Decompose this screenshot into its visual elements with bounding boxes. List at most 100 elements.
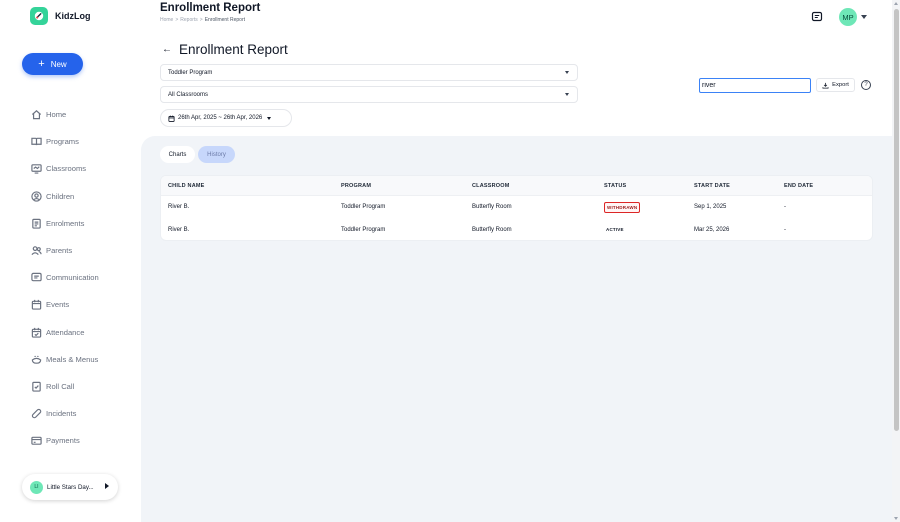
sidebar-item-label: Payments xyxy=(46,436,80,446)
sidebar-item-home[interactable]: Home xyxy=(31,101,99,128)
page-title: Enrollment Report xyxy=(160,2,261,14)
status-cell: WITHDRAWN xyxy=(604,196,641,219)
clipboard-icon xyxy=(32,218,41,229)
status-badge: ACTIVE xyxy=(606,227,624,233)
table-row[interactable]: River B. Toddler Program Butterfly Room … xyxy=(161,196,872,219)
user-circle-icon xyxy=(31,190,42,202)
download-icon xyxy=(822,82,829,89)
export-button[interactable]: Export xyxy=(816,78,855,92)
date-range-picker[interactable]: 26th Apr, 2025 ~ 26th Apr, 2026 xyxy=(160,109,292,127)
column-header: CHILD NAME xyxy=(168,182,205,189)
bandage-icon xyxy=(31,408,42,419)
page-scrollbar[interactable] xyxy=(892,0,900,522)
sidebar-item-label: Communication xyxy=(46,273,99,283)
caret-down-icon xyxy=(267,116,272,120)
calendar-icon xyxy=(168,115,175,122)
sidebar-item-events[interactable]: Events xyxy=(31,291,99,318)
breadcrumb-current: Enrollment Report xyxy=(204,17,245,23)
meal-icon xyxy=(31,355,42,364)
sidebar-nav: Home Programs Classrooms Children Enrolm… xyxy=(31,101,99,454)
caret-down-icon xyxy=(565,93,569,96)
chat-icon[interactable] xyxy=(811,11,823,23)
org-avatar: LI xyxy=(30,480,43,494)
new-button[interactable]: + New xyxy=(22,53,83,75)
sidebar-item-label: Attendance xyxy=(46,327,85,337)
breadcrumb-separator: > xyxy=(175,17,179,23)
sidebar-item-communication[interactable]: Communication xyxy=(31,264,99,291)
breadcrumb-reports[interactable]: Reports xyxy=(180,17,198,23)
scroll-down-icon[interactable] xyxy=(894,517,898,520)
export-button-label: Export xyxy=(832,82,849,88)
status-cell: ACTIVE xyxy=(604,219,626,241)
column-header: STATUS xyxy=(604,182,627,189)
sidebar-item-label: Programs xyxy=(46,137,79,147)
enrollment-history-table: CHILD NAME PROGRAM CLASSROOM STATUS STAR… xyxy=(160,175,873,241)
sidebar-item-roll-call[interactable]: Roll Call xyxy=(31,373,99,400)
column-header: START DATE xyxy=(694,182,731,189)
scroll-up-icon[interactable] xyxy=(894,2,898,5)
table-row[interactable]: River B. Toddler Program Butterfly Room … xyxy=(161,219,872,241)
clipboard-check-icon xyxy=(32,381,41,392)
scrollbar-thumb[interactable] xyxy=(893,9,899,431)
sidebar-item-label: Enrolments xyxy=(46,218,85,228)
sidebar-item-parents[interactable]: Parents xyxy=(31,237,99,264)
table-header-row: CHILD NAME PROGRAM CLASSROOM STATUS STAR… xyxy=(161,176,872,196)
message-icon xyxy=(31,272,42,282)
column-header: PROGRAM xyxy=(341,182,372,189)
start-date-cell: Sep 1, 2025 xyxy=(694,204,727,211)
sidebar-item-label: Parents xyxy=(46,246,73,256)
column-header: END DATE xyxy=(784,182,814,189)
sidebar-item-meals-menus[interactable]: Meals & Menus xyxy=(31,346,99,373)
program-select[interactable]: Toddler Program xyxy=(160,64,578,81)
classroom-cell: Butterfly Room xyxy=(472,226,512,233)
end-date-cell: - xyxy=(784,204,786,211)
help-icon[interactable]: ? xyxy=(861,80,871,90)
program-cell: Toddler Program xyxy=(341,204,386,211)
users-icon xyxy=(31,246,42,256)
end-date-cell: - xyxy=(784,226,786,233)
sidebar-item-label: Classrooms xyxy=(46,164,87,174)
back-arrow-icon[interactable]: ← xyxy=(162,44,172,55)
monitor-icon xyxy=(31,164,42,175)
date-range-label: 26th Apr, 2025 ~ 26th Apr, 2026 xyxy=(178,115,263,121)
sidebar-item-attendance[interactable]: Attendance xyxy=(31,319,99,346)
brand[interactable]: KidzLog xyxy=(30,7,91,25)
org-name: Little Stars Day... xyxy=(47,483,94,491)
app: KidzLog + New Home Programs Classrooms C… xyxy=(0,0,900,522)
sidebar-item-payments[interactable]: Payments xyxy=(31,427,99,454)
start-date-cell: Mar 25, 2026 xyxy=(694,226,730,233)
kidzlog-logo-icon xyxy=(30,7,48,25)
program-select-value: Toddler Program xyxy=(168,69,213,76)
sidebar-item-programs[interactable]: Programs xyxy=(31,128,99,155)
sidebar: KidzLog + New Home Programs Classrooms C… xyxy=(0,0,141,522)
sidebar-item-children[interactable]: Children xyxy=(31,183,99,210)
caret-down-icon xyxy=(565,71,569,74)
breadcrumb-home[interactable]: Home xyxy=(160,17,173,23)
user-avatar[interactable]: MP xyxy=(839,8,857,26)
home-icon xyxy=(31,110,42,120)
classroom-select[interactable]: All Classrooms xyxy=(160,86,578,103)
search-input[interactable] xyxy=(699,78,811,93)
chevron-down-icon[interactable] xyxy=(861,15,867,19)
calendar-check-icon xyxy=(31,327,42,338)
classroom-cell: Butterfly Room xyxy=(472,204,512,211)
column-header: CLASSROOM xyxy=(472,182,510,189)
book-icon xyxy=(31,137,42,146)
sidebar-item-enrolments[interactable]: Enrolments xyxy=(31,210,99,237)
child-name-cell: River B. xyxy=(168,226,190,233)
breadcrumb-separator: > xyxy=(199,17,203,23)
sidebar-item-classrooms[interactable]: Classrooms xyxy=(31,155,99,182)
status-badge: WITHDRAWN xyxy=(604,201,641,213)
child-name-cell: River B. xyxy=(168,204,190,211)
caret-right-icon xyxy=(105,483,109,489)
tab-history[interactable]: History xyxy=(198,146,235,163)
tab-charts[interactable]: Charts xyxy=(160,146,195,163)
sidebar-item-label: Incidents xyxy=(46,409,77,419)
sidebar-item-incidents[interactable]: Incidents xyxy=(31,400,99,427)
calendar-icon xyxy=(31,300,42,311)
breadcrumb: Home > Reports > Enrollment Report xyxy=(160,17,245,23)
sidebar-item-label: Roll Call xyxy=(46,381,75,391)
organization-switcher[interactable]: LI Little Stars Day... xyxy=(22,474,118,500)
sidebar-item-label: Children xyxy=(46,191,75,201)
new-button-label: New xyxy=(50,59,67,69)
